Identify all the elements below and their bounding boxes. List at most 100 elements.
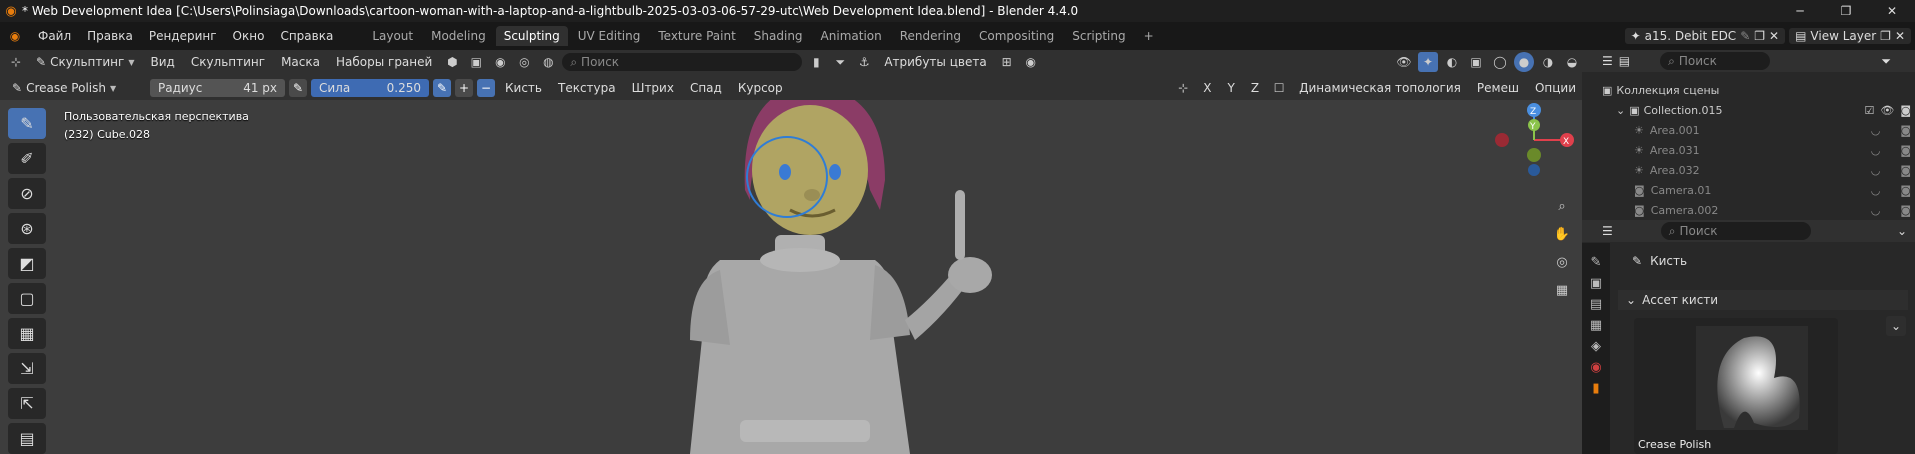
texture-menu[interactable]: Текстура <box>552 80 622 96</box>
visibility-icon[interactable]: 👁 <box>1394 52 1414 72</box>
eye-icon[interactable]: ◡ <box>1871 144 1881 157</box>
asset-panel-header[interactable]: ⌄ Ассет кисти <box>1618 290 1908 310</box>
properties-type-icon[interactable]: ☰ <box>1602 224 1613 238</box>
mirror-y-toggle[interactable]: Y <box>1222 80 1241 96</box>
annotate-tool[interactable]: ▤ <box>8 423 46 454</box>
camera-icon[interactable]: ◙ <box>1900 104 1911 117</box>
render-tab-icon[interactable]: ▣ <box>1590 276 1602 291</box>
camera-view-icon[interactable]: ◎ <box>1550 250 1574 274</box>
strength-pressure-icon[interactable]: ✎ <box>433 79 451 97</box>
xray-icon[interactable]: ▣ <box>1466 52 1486 72</box>
transform-pivot-icon[interactable]: ⊞ <box>997 52 1017 72</box>
remove-scene-icon[interactable]: ✕ <box>1769 29 1779 43</box>
tool-tab-icon[interactable]: ✎ <box>1591 255 1602 270</box>
close-icon[interactable]: ✕ <box>1869 4 1915 18</box>
shading-solid-icon[interactable]: ● <box>1514 52 1534 72</box>
view-layer-tab-icon[interactable]: ▦ <box>1590 318 1602 333</box>
3d-viewport[interactable]: Пользовательская перспектива (232) Cube.… <box>0 100 1582 454</box>
minimize-icon[interactable]: ─ <box>1777 4 1823 18</box>
navigation-gizmo[interactable]: Z X Y <box>1490 100 1580 180</box>
view-layer-selector[interactable]: ▤ View Layer ❐ ✕ <box>1789 28 1911 44</box>
camera-icon[interactable]: ◙ <box>1900 184 1911 197</box>
color-attributes-dropdown[interactable]: Атрибуты цвета <box>878 54 992 70</box>
collection-row[interactable]: ⌄ ▣ Collection.015 ☑ 👁 ◙ <box>1582 100 1915 120</box>
options-menu[interactable]: Опции <box>1529 80 1582 96</box>
menu-face-sets[interactable]: Наборы граней <box>330 54 438 70</box>
expand-icon[interactable]: ⌄ <box>1616 104 1625 117</box>
outliner-item-camera01[interactable]: ◙ Camera.01 ◡ ◙ <box>1582 180 1915 200</box>
outliner-item-area031[interactable]: ☀ Area.031 ◡ ◙ <box>1582 140 1915 160</box>
brush-paint-icon[interactable]: ◎ <box>514 52 534 72</box>
smooth-brush-tool[interactable]: ✐ <box>8 143 46 174</box>
brush-asset-icon[interactable]: ⬢ <box>442 52 462 72</box>
draw-brush-tool[interactable]: ✎ <box>8 108 46 139</box>
zoom-icon[interactable]: ⌕ <box>1550 194 1574 218</box>
eye-icon[interactable]: ◡ <box>1871 164 1881 177</box>
tab-shading[interactable]: Shading <box>746 26 811 46</box>
outliner-item-area032[interactable]: ☀ Area.032 ◡ ◙ <box>1582 160 1915 180</box>
transform-tool[interactable]: ⇱ <box>8 388 46 419</box>
scene-collection-row[interactable]: ▣ Коллекция сцены <box>1582 80 1915 100</box>
symmetry-icon[interactable]: ⊹ <box>1173 78 1193 98</box>
chevron-down-icon[interactable]: ⌄ <box>1886 316 1906 336</box>
box-face-set-tool[interactable]: ▦ <box>8 318 46 349</box>
cursor-menu[interactable]: Курсор <box>732 80 789 96</box>
checkbox-icon[interactable]: ☑ <box>1864 104 1874 117</box>
box-hide-tool[interactable]: ▢ <box>8 283 46 314</box>
scene-selector[interactable]: ✦ a15. Debit EDC ✎ ❐ ✕ <box>1624 28 1786 44</box>
overlays-icon[interactable]: ◐ <box>1442 52 1462 72</box>
outliner-item-camera002[interactable]: ◙ Camera.002 ◡ ◙ <box>1582 200 1915 220</box>
brush-mask-icon[interactable]: ◍ <box>538 52 558 72</box>
brush-shelf-icon[interactable]: ▣ <box>466 52 486 72</box>
remove-view-layer-icon[interactable]: ✕ <box>1895 29 1905 43</box>
menu-render[interactable]: Рендеринг <box>141 29 225 43</box>
subtract-direction-button[interactable]: − <box>477 79 495 97</box>
tab-texture-paint[interactable]: Texture Paint <box>650 26 743 46</box>
perspective-toggle-icon[interactable]: ▦ <box>1550 278 1574 302</box>
menu-window[interactable]: Окно <box>225 29 273 43</box>
shading-material-icon[interactable]: ◑ <box>1538 52 1558 72</box>
menu-edit[interactable]: Правка <box>79 29 141 43</box>
maximize-icon[interactable]: ❐ <box>1823 4 1869 18</box>
grab-brush-tool[interactable]: ⊘ <box>8 178 46 209</box>
radius-pressure-icon[interactable]: ✎ <box>289 79 307 97</box>
menu-file[interactable]: Файл <box>30 29 79 43</box>
camera-icon[interactable]: ◙ <box>1900 124 1911 137</box>
output-tab-icon[interactable]: ▤ <box>1590 297 1602 312</box>
dyntopo-checkbox[interactable]: ☐ <box>1269 78 1289 98</box>
menu-view[interactable]: Вид <box>144 54 180 70</box>
editor-type-icon[interactable]: ⊹ <box>6 52 26 72</box>
scene-tab-icon[interactable]: ◈ <box>1591 339 1601 354</box>
outliner-item-area001[interactable]: ☀ Area.001 ◡ ◙ <box>1582 120 1915 140</box>
eye-icon[interactable]: ◡ <box>1871 204 1881 217</box>
brush-menu[interactable]: Кисть <box>499 80 548 96</box>
add-direction-button[interactable]: + <box>455 79 473 97</box>
camera-icon[interactable]: ◙ <box>1900 144 1911 157</box>
eye-icon[interactable]: 👁 <box>1880 104 1894 117</box>
snap-icon[interactable]: ◉ <box>1021 52 1041 72</box>
eye-icon[interactable]: ◡ <box>1871 124 1881 137</box>
tab-sculpting[interactable]: Sculpting <box>495 26 568 46</box>
tab-modeling[interactable]: Modeling <box>423 26 494 46</box>
tab-rendering[interactable]: Rendering <box>892 26 969 46</box>
brush-search[interactable]: ⌕ Поиск <box>562 53 803 71</box>
camera-icon[interactable]: ◙ <box>1900 164 1911 177</box>
properties-search[interactable]: ⌕ Поиск <box>1660 222 1811 240</box>
outliner-type-icon[interactable]: ☰ <box>1602 54 1613 68</box>
brush-selector[interactable]: ✎ Crease Polish ▼ <box>6 80 146 96</box>
stroke-menu[interactable]: Штрих <box>626 80 680 96</box>
gizmo-toggle-icon[interactable]: ✦ <box>1418 52 1438 72</box>
mirror-x-toggle[interactable]: X <box>1197 80 1217 96</box>
blender-menu-icon[interactable]: ◉ <box>0 26 30 46</box>
mesh-filter-tool[interactable]: ⇲ <box>8 353 46 384</box>
pin-icon[interactable]: ✎ <box>1740 29 1750 43</box>
eye-icon[interactable]: ◡ <box>1871 184 1881 197</box>
collection-tab-icon[interactable]: ▮ <box>1592 381 1599 396</box>
strength-field[interactable]: Сила 0.250 <box>311 79 429 97</box>
tab-layout[interactable]: Layout <box>364 26 421 46</box>
camera-icon[interactable]: ◙ <box>1900 204 1911 217</box>
add-workspace-button[interactable]: + <box>1136 26 1162 46</box>
chevron-down-icon[interactable]: ⌄ <box>1897 224 1907 238</box>
bookmark-icon[interactable]: ▮ <box>806 52 826 72</box>
tab-uv-editing[interactable]: UV Editing <box>570 26 649 46</box>
